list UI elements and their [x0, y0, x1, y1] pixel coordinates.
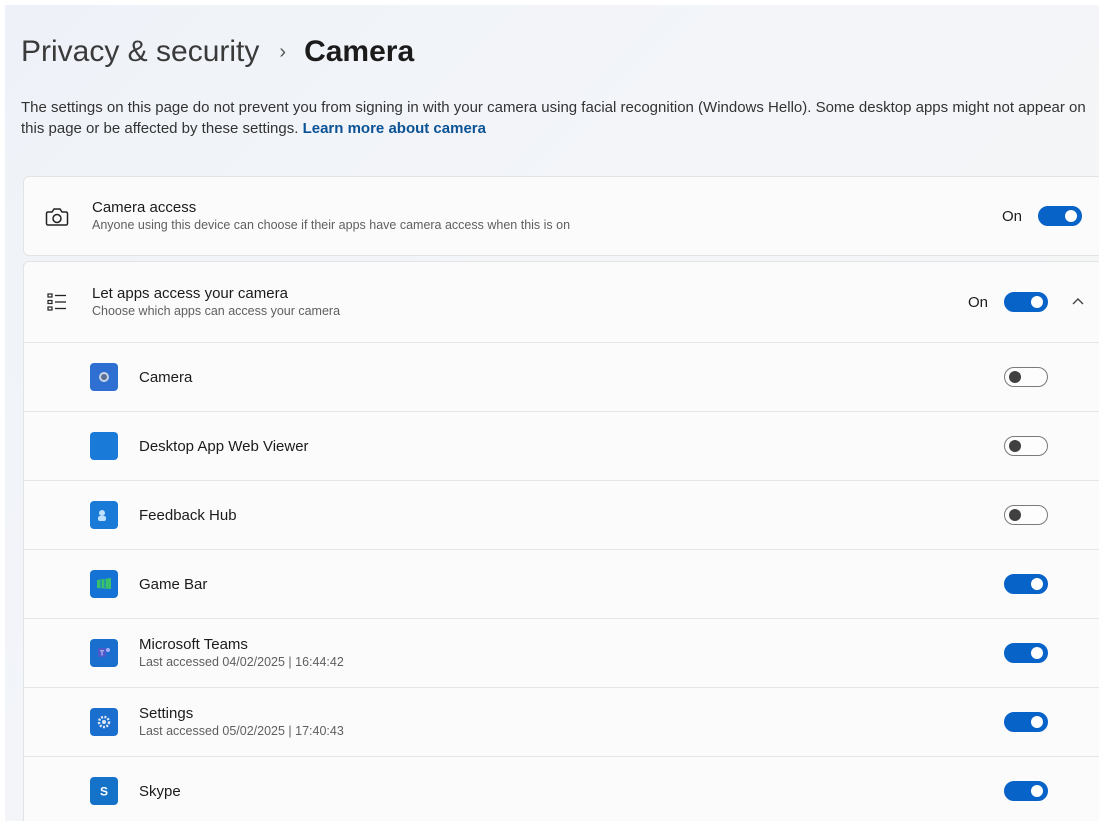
toggle-knob [1009, 440, 1021, 452]
toggle-knob [1031, 296, 1043, 308]
learn-more-link[interactable]: Learn more about camera [303, 120, 486, 137]
settings-page: Privacy & security › Camera The settings… [5, 5, 1099, 821]
app-name: Game Bar [139, 576, 208, 593]
app-text: Feedback Hub [139, 507, 237, 524]
teams-icon: T [90, 639, 118, 667]
page-title: Camera [304, 35, 415, 68]
app-name: Skype [139, 783, 181, 800]
feedback-hub-icon [90, 501, 118, 529]
camera-access-row: Camera access Anyone using this device c… [24, 177, 1099, 255]
app-row: CameraOff [24, 342, 1099, 412]
let-apps-card: Let apps access your camera Choose which… [23, 261, 1099, 821]
game-bar-icon [90, 570, 118, 598]
app-name: Settings [139, 705, 194, 722]
app-access-toggle[interactable] [1004, 574, 1048, 594]
svg-text:T: T [100, 651, 105, 658]
app-access-toggle[interactable] [1004, 781, 1048, 801]
app-text: Settings Last accessed 05/02/2025 | 17:40… [139, 705, 344, 738]
app-last-accessed: Last accessed 04/02/2025 | 16:44:42 [139, 655, 344, 669]
let-apps-toggle[interactable] [1004, 292, 1048, 312]
app-row: Desktop App Web ViewerOff [24, 411, 1099, 481]
settings-app-icon [90, 708, 118, 736]
app-row: SSkypeOn [24, 756, 1099, 821]
app-row: Feedback HubOff [24, 480, 1099, 550]
app-row: Game BarOn [24, 549, 1099, 619]
camera-access-state: On [1001, 208, 1022, 225]
app-access-toggle[interactable] [1004, 712, 1048, 732]
camera-access-title: Camera access [92, 199, 197, 216]
app-access-toggle[interactable] [1004, 643, 1048, 663]
camera-app-icon [90, 363, 118, 391]
let-apps-text: Let apps access your camera Choose which… [92, 285, 340, 318]
app-row: Settings Last accessed 05/02/2025 | 17:40… [24, 687, 1099, 757]
toggle-knob [1031, 785, 1043, 797]
app-access-toggle[interactable] [1004, 436, 1048, 456]
app-text: Desktop App Web Viewer [139, 438, 309, 455]
svg-text:S: S [100, 785, 108, 799]
description-text: The settings on this page do not prevent… [21, 99, 1086, 137]
list-icon [44, 289, 70, 315]
app-text: Camera [139, 369, 192, 386]
app-name: Microsoft Teams [139, 636, 248, 653]
let-apps-state: On [967, 294, 988, 311]
app-access-toggle[interactable] [1004, 367, 1048, 387]
camera-access-subtitle: Anyone using this device can choose if t… [92, 218, 571, 232]
app-text: Game Bar [139, 576, 207, 593]
chevron-up-icon[interactable] [1072, 292, 1084, 308]
let-apps-row[interactable]: Let apps access your camera Choose which… [24, 262, 1099, 342]
app-name: Feedback Hub [139, 507, 237, 524]
app-last-accessed: Last accessed 05/02/2025 | 17:40:43 [139, 724, 344, 738]
toggle-knob [1031, 716, 1043, 728]
toggle-knob [1031, 647, 1043, 659]
breadcrumb: Privacy & security › Camera [21, 35, 414, 69]
camera-outline-icon [44, 204, 70, 230]
camera-access-toggle[interactable] [1038, 206, 1082, 226]
toggle-knob [1009, 371, 1021, 383]
camera-access-card: Camera access Anyone using this device c… [23, 176, 1099, 256]
breadcrumb-parent-link[interactable]: Privacy & security [21, 35, 259, 69]
toggle-knob [1065, 210, 1077, 222]
let-apps-subtitle: Choose which apps can access your camera [92, 304, 341, 318]
app-name: Desktop App Web Viewer [139, 438, 309, 455]
let-apps-title: Let apps access your camera [92, 285, 288, 302]
app-name: Camera [139, 369, 193, 386]
web-viewer-icon [90, 432, 118, 460]
toggle-knob [1031, 578, 1043, 590]
camera-access-text: Camera access Anyone using this device c… [92, 199, 570, 232]
page-description: The settings on this page do not prevent… [21, 97, 1091, 139]
app-text: Microsoft Teams Last accessed 04/02/2025 … [139, 636, 344, 669]
app-text: Skype [139, 783, 181, 800]
breadcrumb-chevron-icon: › [279, 40, 287, 63]
app-row: T Microsoft Teams Last accessed 04/02/2025… [24, 618, 1099, 688]
toggle-knob [1009, 509, 1021, 521]
app-access-toggle[interactable] [1004, 505, 1048, 525]
skype-icon: S [90, 777, 118, 805]
